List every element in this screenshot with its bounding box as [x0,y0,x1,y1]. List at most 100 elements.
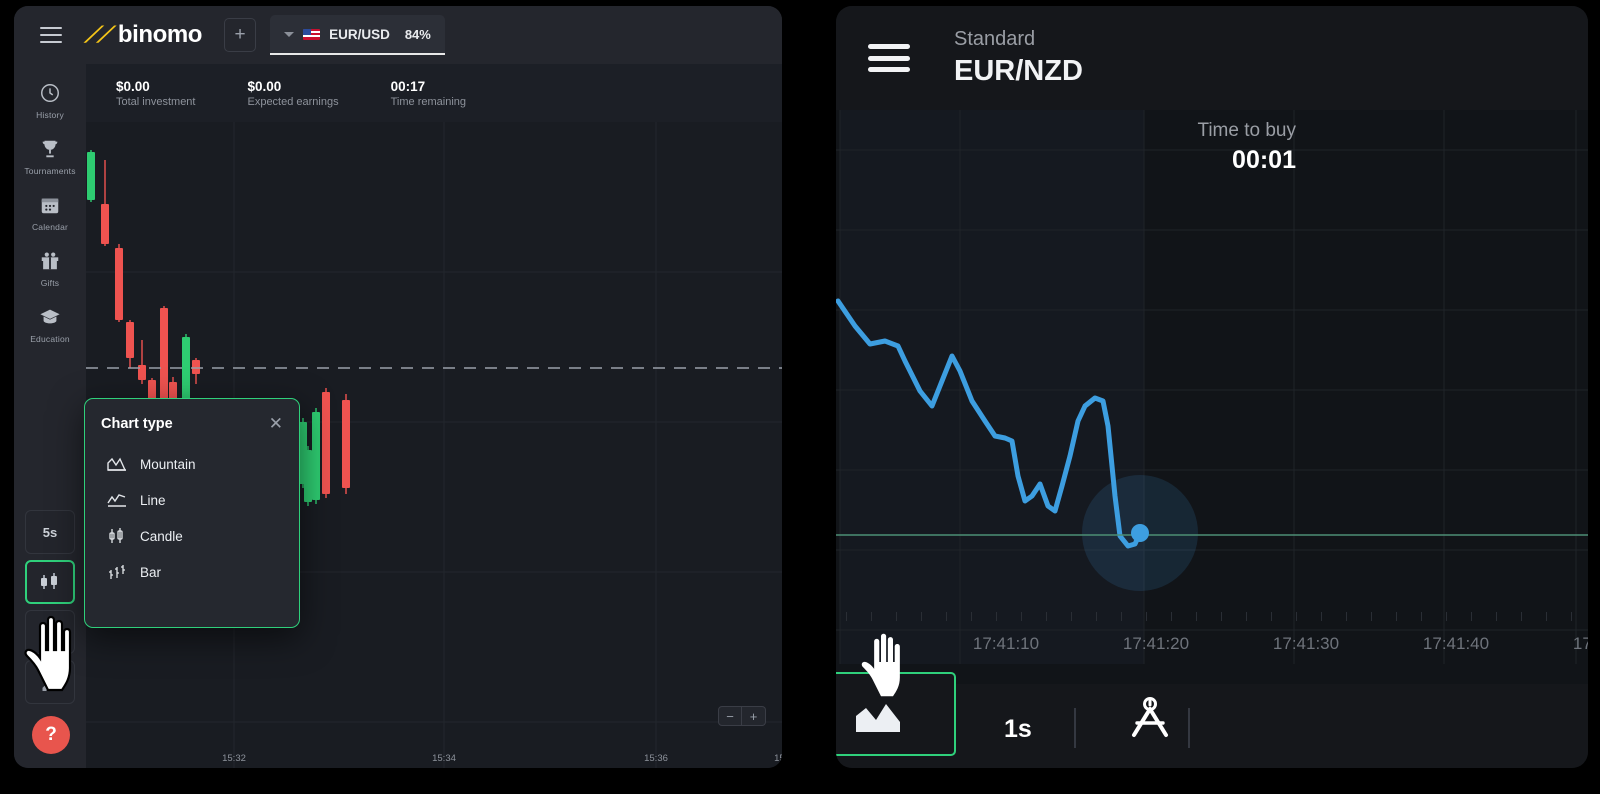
axis-tick [1221,612,1222,621]
calendar-icon [14,192,86,218]
axis-tick [921,612,922,621]
axis-tick [1571,612,1572,621]
axis-tick-label: 17:41:30 [1273,634,1339,654]
axis-tick [1446,612,1447,621]
sidebar-item-gifts[interactable]: Gifts [14,232,86,288]
left-time-axis: 15:3215:3415:3615:38 [86,742,782,768]
option-label: Bar [140,565,161,580]
drawing-icon [40,673,60,691]
chart-type-option-line[interactable]: Line [85,482,299,518]
drawing-button[interactable] [25,660,75,704]
mobile-header: Standard EUR/NZD [836,6,1588,110]
zoom-out-button[interactable]: − [718,706,742,726]
popup-title: Chart type [101,416,173,432]
axis-tick [1371,612,1372,621]
lightning-icon: ⟋⟋ [84,24,113,46]
axis-tick [1146,612,1147,621]
chevron-down-icon[interactable] [284,32,294,37]
timeframe-button[interactable]: 1s [1004,715,1032,744]
stat-value: $0.00 [247,79,338,94]
axis-tick [1021,612,1022,621]
axis-tick-label: 15:36 [644,753,668,764]
sidebar-label: Tournaments [14,166,86,176]
close-icon[interactable]: ✕ [269,415,283,432]
top-bar: ⟋⟋ binomo + EUR/USD 84% [14,6,782,64]
line-chart-canvas [836,110,1588,664]
chart-type-option-candle[interactable]: Candle [85,518,299,554]
drawing-tools-button[interactable] [1124,695,1176,746]
chart-type-popup: Chart type ✕ Mountain Line [84,398,300,628]
time-to-buy: Time to buy 00:01 [996,120,1296,175]
popup-header: Chart type ✕ [85,399,299,432]
indicators-button[interactable] [25,610,75,654]
mountain-chart-icon [107,455,127,473]
sidebar-label: Education [14,334,86,344]
stat-label: Expected earnings [247,96,338,108]
sidebar-item-history[interactable]: History [14,64,86,120]
mountain-chart-icon [852,692,914,736]
axis-tick [996,612,997,621]
hamburger-icon[interactable] [40,27,62,43]
asset-block[interactable]: Standard EUR/NZD [954,28,1083,88]
stat-label: Time remaining [391,96,466,108]
axis-tick [871,612,872,621]
axis-tick [1271,612,1272,621]
stat-value: $0.00 [116,79,195,94]
hamburger-icon[interactable] [868,44,910,72]
time-to-buy-label: Time to buy [996,120,1296,142]
screen-root: ⟋⟋ binomo + EUR/USD 84% History [0,0,1600,794]
axis-tick [1396,612,1397,621]
axis-tick-label: 17:41:50 [1573,634,1588,654]
axis-tick [1471,612,1472,621]
divider [1074,708,1076,748]
axis-tick [1521,612,1522,621]
help-button[interactable]: ? [32,716,70,754]
asset-payout: 84% [405,27,431,42]
sidebar-item-calendar[interactable]: Calendar [14,176,86,232]
sidebar-item-tournaments[interactable]: Tournaments [14,120,86,176]
axis-tick [846,612,847,621]
axis-tick [1196,612,1197,621]
axis-tick [1071,612,1072,621]
graduation-cap-icon [14,304,86,330]
axis-tick [1246,612,1247,621]
axis-tick [946,612,947,621]
gift-icon [14,248,86,274]
clock-icon [14,80,86,106]
stats-strip: $0.00 Total investment $0.00 Expected ea… [86,64,782,122]
chart-type-options: Mountain Line Candle [85,446,299,590]
timeframe-button[interactable]: 5s [25,510,75,554]
asset-name: EUR/NZD [954,55,1083,88]
stat-label: Total investment [116,96,195,108]
us-flag-icon [303,29,320,40]
option-label: Candle [140,529,183,544]
axis-tick-label: 17:41:20 [1123,634,1189,654]
chart-type-button[interactable] [25,560,75,604]
zoom-in-button[interactable]: + [742,706,766,726]
indicators-icon [39,623,61,641]
stat-time-remaining: 00:17 Time remaining [391,79,466,108]
brand-logo: ⟋⟋ binomo [86,21,202,49]
axis-tick-label: 15:34 [432,753,456,764]
sidebar-item-education[interactable]: Education [14,288,86,344]
axis-tick [1421,612,1422,621]
zoom-controls: − + [718,706,766,726]
add-tab-button[interactable]: + [224,18,256,52]
chart-type-button[interactable] [836,672,956,756]
line-chart[interactable]: Time to buy 00:01 17:41:10 17:41:20 17:41:… [836,110,1588,664]
chart-type-option-mountain[interactable]: Mountain [85,446,299,482]
drawing-tools-icon [1124,695,1176,741]
axis-tick [1096,612,1097,621]
asset-tab-eurusd[interactable]: EUR/USD 84% [270,15,445,55]
option-label: Line [140,493,166,508]
axis-tick [1296,612,1297,621]
axis-tick [1546,612,1547,621]
candle-chart-icon [107,527,127,545]
stat-value: 00:17 [391,79,466,94]
brand-name: binomo [118,21,202,49]
chart-type-option-bar[interactable]: Bar [85,554,299,590]
axis-tick-label: 17:41:10 [973,634,1039,654]
left-sidebar: History Tournaments Calendar [14,64,86,768]
account-type-label: Standard [954,28,1083,51]
stat-expected-earnings: $0.00 Expected earnings [247,79,338,108]
